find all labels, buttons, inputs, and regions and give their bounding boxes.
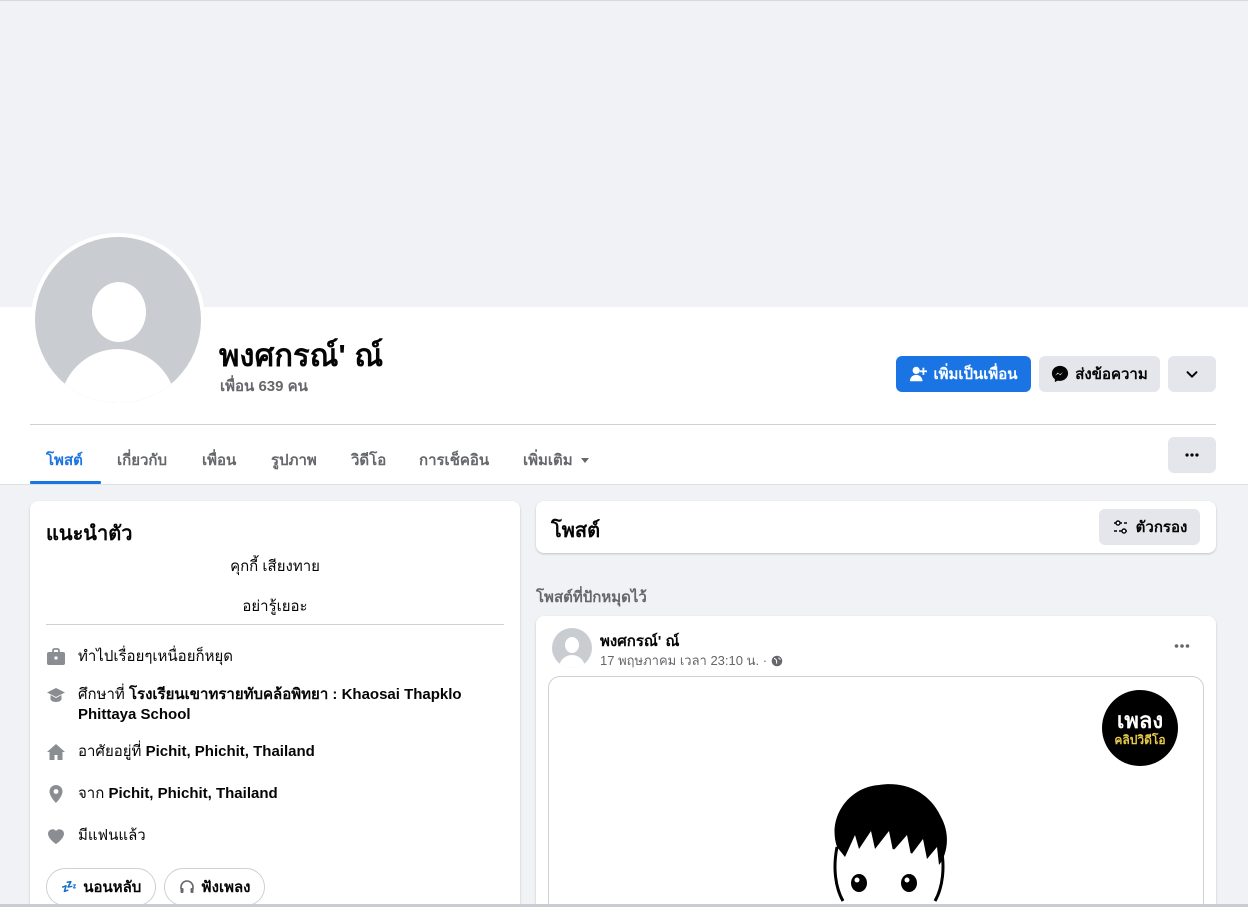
cartoon-boy-illustration [833, 784, 947, 907]
headphones-icon [180, 880, 194, 893]
work-text: ทำไปเรื่อยๆเหนื่อยก็หยุด [78, 648, 233, 665]
message-label: ส่งข้อความ [1075, 366, 1148, 383]
active-tab-indicator [30, 481, 101, 484]
bio-line-2: อย่ารู้เยอะ [242, 598, 308, 615]
intro-work: ทำไปเรื่อยๆเหนื่อยก็หยุด [46, 647, 506, 667]
education-prefix: ศึกษาที่ [78, 686, 125, 703]
bio-line-1: คุกกี้ เสียงทาย [230, 558, 320, 575]
hobby-chip-sleep[interactable]: 💤 นอนหลับ [46, 868, 157, 906]
tab-posts[interactable]: โพสต์ [46, 436, 83, 484]
sleep-icon: 💤 [61, 879, 78, 894]
logo-top-text: เพลง [1116, 708, 1164, 733]
add-friend-button[interactable]: เพิ่มเป็นเพื่อน [896, 356, 1031, 392]
from-prefix: จาก [78, 785, 105, 802]
default-avatar-icon [35, 237, 201, 403]
intro-education: ศึกษาที่ โรงเรียนเขาทรายทับคล้อพิทยา : K… [46, 685, 506, 725]
cover-photo[interactable] [0, 1, 1248, 307]
post-timestamp[interactable]: 17 พฤษภาคม เวลา 23:10 น. · [600, 650, 767, 671]
intro-title: แนะนำตัว [46, 523, 133, 545]
add-friend-label: เพิ่มเป็นเพื่อน [933, 366, 1018, 383]
add-friend-icon [910, 366, 928, 382]
post-meta: 17 พฤษภาคม เวลา 23:10 น. · [600, 650, 783, 671]
profile-name: พงศกรณ์' ณ์ [219, 338, 384, 373]
briefcase-icon [47, 648, 65, 665]
intro-lives: อาศัยอยู่ที่ Pichit, Phichit, Thailand [46, 742, 506, 762]
tab-photos[interactable]: รูปภาพ [271, 436, 317, 484]
location-pin-icon [49, 785, 63, 803]
message-button[interactable]: ส่งข้อความ [1039, 356, 1160, 392]
tab-videos[interactable]: วิดีโอ [351, 436, 386, 484]
posts-header-card: โพสต์ ตัวกรอง [536, 501, 1216, 553]
friends-count[interactable]: เพื่อน 639 คน [220, 374, 308, 398]
logo-bottom-text: คลิปวิดีโอ [1114, 733, 1166, 747]
hobby-chip-music[interactable]: ฟังเพลง [164, 868, 266, 906]
relationship-text: มีแฟนแล้ว [78, 827, 146, 844]
header-divider [30, 424, 1216, 425]
filter-label: ตัวกรอง [1135, 519, 1188, 536]
graduation-cap-icon [47, 688, 65, 702]
heart-icon [48, 829, 64, 844]
home-icon [47, 744, 65, 760]
hobby-label: นอนหลับ [83, 879, 142, 896]
profile-menu-button[interactable] [1168, 437, 1216, 473]
profile-avatar[interactable] [31, 233, 205, 407]
post-media[interactable]: เพลง คลิปวิดีโอ [548, 676, 1204, 907]
intro-divider [46, 624, 504, 625]
pinned-posts-label: โพสต์ที่ปักหมุดไว้ [536, 589, 647, 606]
more-dots-icon [1185, 453, 1199, 457]
intro-card: แนะนำตัว คุกกี้ เสียงทาย อย่ารู้เยอะ ทำไ… [30, 501, 520, 907]
chevron-down-icon [1186, 371, 1198, 378]
globe-icon [771, 655, 783, 666]
post-author-avatar[interactable] [552, 628, 592, 668]
tab-more[interactable]: เพิ่มเติม [523, 436, 591, 484]
messenger-icon [1052, 365, 1069, 383]
more-options-button[interactable] [1168, 356, 1216, 392]
tab-more-label: เพิ่มเติม [523, 452, 573, 469]
filter-icon [1113, 520, 1128, 534]
more-dots-icon [1174, 644, 1190, 648]
caret-down-icon [580, 458, 589, 463]
intro-from: จาก Pichit, Phichit, Thailand [46, 784, 506, 804]
pinned-post: พงศกรณ์' ณ์ 17 พฤษภาคม เวลา 23:10 น. · เ… [536, 616, 1216, 907]
lives-prefix: อาศัยอยู่ที่ [78, 743, 142, 760]
posts-title: โพสต์ [551, 520, 601, 542]
lives-place[interactable]: Pichit, Phichit, Thailand [146, 743, 315, 760]
filter-button[interactable]: ตัวกรอง [1099, 509, 1200, 545]
music-clip-logo: เพลง คลิปวิดีโอ [1102, 690, 1178, 766]
tab-about[interactable]: เกี่ยวกับ [117, 436, 167, 484]
tab-friends[interactable]: เพื่อน [202, 436, 236, 484]
tab-checkins[interactable]: การเช็คอิน [419, 436, 489, 484]
education-school[interactable]: โรงเรียนเขาทรายทับคล้อพิทยา : Khaosai Th… [78, 686, 462, 723]
hobby-label: ฟังเพลง [201, 879, 251, 896]
from-place[interactable]: Pichit, Phichit, Thailand [108, 785, 277, 802]
post-options-button[interactable] [1166, 634, 1198, 658]
intro-relationship: มีแฟนแล้ว [46, 826, 506, 846]
